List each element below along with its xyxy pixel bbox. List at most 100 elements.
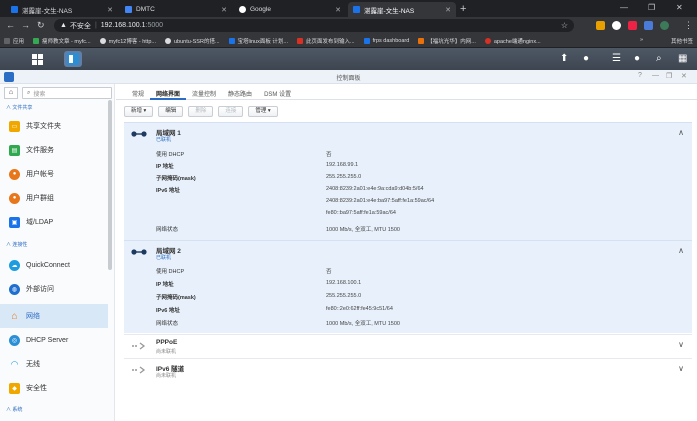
sidebar-item-group[interactable]: ● 用户群组 [0, 186, 108, 210]
control-panel-taskbar-button[interactable] [64, 51, 82, 67]
search-icon[interactable]: ⌕ [656, 52, 662, 66]
bookmark-star-icon[interactable]: ☆ [561, 21, 568, 30]
detail-row: 子网掩码(mask) 255.255.255.0 [156, 293, 676, 303]
tab-dsm-settings[interactable]: DSM 设置 [258, 84, 297, 100]
browser-tab-active[interactable]: 湛露崖-文生-NAS ✕ [348, 2, 456, 17]
sidebar-item-wireless[interactable]: ◠ 无线 [0, 352, 108, 376]
extension-icon[interactable] [628, 21, 637, 30]
delete-button[interactable]: 删除 [188, 106, 214, 117]
sidebar-scrollbar[interactable] [108, 100, 112, 270]
bookmark-item[interactable]: ubuntu-SSR的搭... [164, 37, 220, 45]
address-bar[interactable]: ▲ 不安全 | 192.168.100.1 :5000 ☆ [54, 19, 574, 32]
nas-favicon-icon [11, 6, 18, 13]
notification-icon[interactable]: ☰ [612, 52, 621, 66]
close-icon[interactable]: ✕ [681, 72, 687, 80]
sidebar-item-network[interactable]: ⌂ 网络 [0, 304, 108, 328]
sidebar-item-shared-folder[interactable]: ▭ 共享文件夹 [0, 114, 108, 138]
window-close-icon[interactable]: ✕ [676, 2, 683, 14]
reload-icon[interactable]: ↻ [37, 19, 45, 32]
chevron-down-icon[interactable]: ∨ [678, 340, 684, 349]
sidebar-item-external-access[interactable]: ◍ 外部访问 [0, 277, 108, 301]
chevron-up-icon[interactable]: ∧ [678, 128, 684, 137]
edit-button[interactable]: 编辑 [158, 106, 184, 117]
section-connectivity[interactable]: ∧ 连接性 [6, 241, 27, 248]
bookmark-item[interactable]: frps dashboard [363, 37, 409, 44]
extension-icon[interactable] [644, 21, 653, 30]
tab-close-icon[interactable]: ✕ [335, 6, 341, 14]
sidebar-item-security[interactable]: ◆ 安全性 [0, 376, 108, 400]
maximize-icon[interactable]: ❐ [648, 2, 655, 14]
tab-static-route[interactable]: 静态路由 [222, 84, 258, 100]
browser-toolbar: ← → ↻ ▲ 不安全 | 192.168.100.1 :5000 ☆ ⋮ [0, 17, 697, 34]
maximize-icon[interactable]: ❐ [666, 72, 672, 80]
sidebar-item-quickconnect[interactable]: ☁ QuickConnect [0, 253, 108, 277]
user-icon[interactable]: ● [634, 52, 640, 66]
browser-tab[interactable]: DMTC ✕ [120, 2, 232, 17]
tab-close-icon[interactable]: ✕ [221, 6, 227, 14]
wifi-icon: ◠ [10, 358, 19, 369]
back-icon[interactable]: ← [6, 19, 15, 32]
extension-icon[interactable] [596, 21, 605, 30]
security-label: 不安全 [69, 22, 91, 30]
tab-general[interactable]: 常规 [126, 84, 150, 100]
search-placeholder: 搜索 [33, 91, 46, 98]
interface-panel-lan2[interactable]: 局域网 2 已联机 ∧ 使用 DHCP 否 IP 地址 192.168.100.1 … [124, 240, 692, 333]
sidebar-item-dhcp-server[interactable]: ◎ DHCP Server [0, 328, 108, 352]
window-titlebar[interactable]: 控制面板 ? — ❐ ✕ [0, 70, 697, 84]
connect-button[interactable]: 连接 [218, 106, 244, 117]
search-input[interactable]: ⌕ 搜索 [22, 87, 112, 99]
detail-row: fe80::ba97:5aff:fe1a:59ac/64 [156, 210, 676, 220]
minimize-icon[interactable]: — [620, 2, 628, 14]
chevron-down-icon[interactable]: ∨ [678, 364, 684, 373]
interface-status: 尚未联机 [156, 349, 177, 355]
user-status-icon[interactable]: ● [583, 52, 589, 66]
tab-close-icon[interactable]: ✕ [107, 6, 113, 14]
browser-tab[interactable]: 湛露崖-文生-NAS ✕ [6, 2, 118, 17]
detail-row: 使用 DHCP 否 [156, 150, 676, 160]
tab-close-icon[interactable]: ✕ [445, 6, 451, 14]
bookmark-item[interactable]: apache端通nginx... [484, 37, 541, 45]
section-system[interactable]: ∧ 系统 [6, 406, 22, 413]
bookmark-favicon-icon [164, 37, 171, 44]
sidebar-item-user[interactable]: ● 用户帐号 [0, 162, 108, 186]
minimize-icon[interactable]: — [652, 72, 659, 79]
tab-network-interface[interactable]: 网络界面 [150, 84, 187, 100]
sidebar: ⌂ ⌕ 搜索 ∧ 文件共享 ▭ 共享文件夹 ▤ 文件服务 ● 用户帐号 ● 用户群组 ▣… [0, 84, 115, 421]
sidebar-item-domain-ldap[interactable]: ▣ 域/LDAP [0, 210, 108, 234]
browser-tab[interactable]: Google ✕ [234, 2, 346, 17]
bookmark-item[interactable]: 【福坑光华】内网... [418, 37, 476, 45]
interface-panel-lan1[interactable]: 局域网 1 已联机 ∧ 使用 DHCP 否 IP 地址 192.168.99.1 子… [124, 122, 692, 240]
tab-title: 湛露崖-文生-NAS [22, 7, 73, 15]
bookmarks-overflow[interactable]: » [640, 37, 643, 43]
tab-traffic-control[interactable]: 流量控制 [186, 84, 222, 100]
section-file-sharing[interactable]: ∧ 文件共享 [6, 104, 32, 111]
interface-panel-pppoe[interactable]: PPPoE 尚未联机 ∨ [124, 334, 692, 358]
bookmarks-bar: 应用 瘦师教文章 - myfc... myfc12博客 - http... ub… [0, 34, 697, 48]
bookmark-item[interactable]: myfc12博客 - http... [99, 37, 156, 45]
new-button[interactable]: 新增 ▾ [124, 106, 154, 117]
profile-avatar[interactable] [660, 21, 669, 30]
new-tab-button[interactable]: + [460, 2, 466, 16]
bookmark-label: 此页面发布到输入... [305, 38, 355, 45]
sidebar-item-file-services[interactable]: ▤ 文件服务 [0, 138, 108, 162]
home-button[interactable]: ⌂ [4, 87, 18, 99]
help-icon[interactable]: ? [638, 72, 642, 79]
widgets-icon[interactable]: ▦ [678, 52, 687, 66]
chevron-up-icon[interactable]: ∧ [678, 246, 684, 255]
sidebar-top: ⌂ ⌕ 搜索 [4, 87, 112, 99]
other-bookmarks[interactable]: 其他书签 [671, 37, 693, 45]
bookmark-item[interactable]: 瘦师教文章 - myfc... [33, 37, 91, 45]
interface-status: 已联机 [156, 255, 172, 261]
extension-icon[interactable] [612, 21, 621, 30]
bookmark-item[interactable]: 此页面发布到输入... [296, 37, 355, 45]
main-menu-button[interactable] [28, 51, 46, 67]
interface-panel-ipv6-tunnel[interactable]: IPv6 隧道 尚未联机 ∨ [124, 358, 692, 382]
manage-button[interactable]: 管理 ▾ [248, 106, 278, 117]
upload-icon[interactable]: ⬆ [560, 52, 568, 66]
bookmark-item[interactable]: 应用 [4, 37, 24, 45]
forward-icon[interactable]: → [21, 19, 30, 32]
menu-icon[interactable]: ⋮ [684, 19, 693, 32]
bookmark-item[interactable]: 宝塔linux面板 计划... [228, 37, 288, 45]
lan-connected-icon [131, 131, 147, 137]
sidebar-item-label: 域/LDAP [26, 219, 54, 226]
